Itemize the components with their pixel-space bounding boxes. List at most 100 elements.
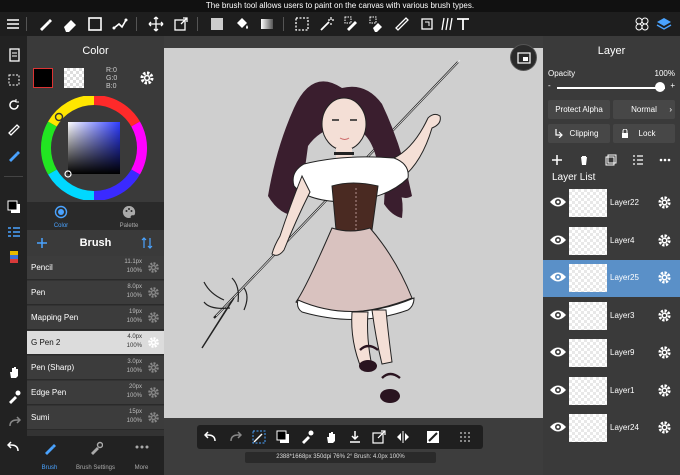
visibility-eye-icon[interactable]: [549, 308, 567, 322]
layer-settings-gear-icon[interactable]: [657, 420, 672, 435]
brush-settings-gear-icon[interactable]: [147, 336, 160, 349]
canvas-area[interactable]: 2388*1668px 350dpi 76% 2° Brush: 4.0px 1…: [164, 36, 543, 475]
sub-color-swatch[interactable]: [64, 68, 84, 88]
reference-icon[interactable]: [423, 427, 443, 447]
rotate-icon[interactable]: [3, 94, 24, 115]
canvas-fit-button[interactable]: [510, 44, 537, 71]
grid-icon[interactable]: [455, 427, 475, 447]
visibility-eye-icon[interactable]: [549, 345, 567, 359]
select-layer-icon[interactable]: [292, 14, 312, 34]
layer-settings-gear-icon[interactable]: [657, 195, 672, 210]
layer-row[interactable]: Layer3: [543, 297, 680, 335]
export-icon[interactable]: [369, 427, 389, 447]
redo-icon[interactable]: [3, 411, 24, 432]
color-swatch-icon[interactable]: [3, 196, 24, 217]
pen-icon[interactable]: [3, 144, 24, 165]
layer-settings-gear-icon[interactable]: [657, 383, 672, 398]
lasso-icon[interactable]: [110, 14, 130, 34]
opacity-slider[interactable]: [557, 87, 665, 89]
clipping-button[interactable]: Clipping: [548, 124, 610, 143]
layer-settings-gear-icon[interactable]: [657, 308, 672, 323]
color-palette-icon[interactable]: [3, 246, 24, 267]
lock-button[interactable]: Lock: [613, 124, 675, 143]
artboard[interactable]: [164, 48, 543, 418]
layer-settings-gear-icon[interactable]: [657, 233, 672, 248]
eraser-icon[interactable]: [60, 14, 80, 34]
magic-wand-icon[interactable]: [317, 14, 337, 34]
visibility-eye-icon[interactable]: [549, 195, 567, 209]
tab-more[interactable]: More: [119, 436, 164, 475]
redo-icon[interactable]: [225, 427, 245, 447]
brush-settings-gear-icon[interactable]: [147, 311, 160, 324]
hand-icon[interactable]: [3, 361, 24, 382]
opacity-slider-knob[interactable]: [655, 82, 665, 92]
layers-icon[interactable]: [654, 14, 674, 34]
layer-settings-gear-icon[interactable]: [657, 345, 672, 360]
brush-settings-gear-icon[interactable]: [147, 286, 160, 299]
materials-icon[interactable]: [632, 14, 652, 34]
brush-settings-gear-icon[interactable]: [147, 386, 160, 399]
select-eraser-icon[interactable]: [367, 14, 387, 34]
brush-settings-gear-icon[interactable]: [147, 361, 160, 374]
opacity-plus[interactable]: +: [670, 81, 675, 90]
tab-brush[interactable]: Brush: [27, 436, 72, 475]
brush-item[interactable]: Edge Pen 20px 100%: [27, 381, 164, 405]
visibility-eye-icon[interactable]: [549, 233, 567, 247]
visibility-eye-icon[interactable]: [549, 383, 567, 397]
visibility-eye-icon[interactable]: [549, 420, 567, 434]
blend-mode-select[interactable]: Normal ›: [613, 100, 675, 119]
brush-icon[interactable]: [35, 14, 55, 34]
ruler-icon[interactable]: [3, 119, 24, 140]
menu-icon[interactable]: [3, 14, 23, 34]
layer-list-icon[interactable]: [630, 152, 646, 168]
brush-item[interactable]: G Pen 2 4.0px 100%: [27, 331, 164, 355]
brush-item[interactable]: Pencil 11.1px 100%: [27, 256, 164, 280]
layer-row[interactable]: Layer22: [543, 185, 680, 222]
flip-icon[interactable]: [393, 427, 413, 447]
move-icon[interactable]: [146, 14, 166, 34]
layer-row[interactable]: Layer1: [543, 372, 680, 410]
color-swap-icon[interactable]: [273, 427, 293, 447]
scissors-icon[interactable]: [417, 14, 437, 34]
eyedropper-icon[interactable]: [3, 386, 24, 407]
brush-item[interactable]: Pen (Sharp) 3.0px 100%: [27, 356, 164, 380]
select-pen-icon[interactable]: [342, 14, 362, 34]
fill-color-icon[interactable]: [207, 14, 227, 34]
main-color-swatch[interactable]: [33, 68, 53, 88]
tab-color[interactable]: Color: [27, 202, 95, 230]
undo-icon[interactable]: [3, 436, 24, 457]
ruler-icon[interactable]: [392, 14, 412, 34]
eyedropper-icon[interactable]: [297, 427, 317, 447]
layer-row[interactable]: Layer9: [543, 335, 680, 372]
visibility-eye-icon[interactable]: [549, 270, 567, 284]
sort-icon[interactable]: [141, 237, 153, 249]
layer-row[interactable]: Layer24: [543, 410, 680, 447]
duplicate-layer-icon[interactable]: [603, 152, 619, 168]
layer-row[interactable]: Layer25: [543, 260, 680, 297]
color-settings-gear-icon[interactable]: [139, 70, 155, 86]
document-icon[interactable]: [3, 44, 24, 65]
layer-more-icon[interactable]: [657, 152, 673, 168]
brush-item[interactable]: Sumi 15px 100%: [27, 406, 164, 430]
save-icon[interactable]: [345, 427, 365, 447]
brush-item[interactable]: Mapping Pen 19px 100%: [27, 306, 164, 330]
transform-icon[interactable]: [249, 427, 269, 447]
add-layer-icon[interactable]: [549, 152, 565, 168]
protect-alpha-button[interactable]: Protect Alpha: [548, 100, 610, 119]
gradient-icon[interactable]: [257, 14, 277, 34]
brush-settings-gear-icon[interactable]: [147, 261, 160, 274]
bucket-icon[interactable]: [232, 14, 252, 34]
color-wheel[interactable]: [40, 96, 148, 200]
brush-item[interactable]: Pen 8.0px 100%: [27, 281, 164, 305]
selection-icon[interactable]: [85, 14, 105, 34]
brush-settings-gear-icon[interactable]: [147, 411, 160, 424]
delete-layer-icon[interactable]: [576, 152, 592, 168]
opacity-minus[interactable]: -: [548, 81, 551, 90]
list-icon[interactable]: [3, 221, 24, 242]
tab-brush-settings[interactable]: Brush Settings: [72, 436, 119, 475]
transform-icon[interactable]: [171, 14, 191, 34]
selection-panel-icon[interactable]: [3, 69, 24, 90]
hand-icon[interactable]: [321, 427, 341, 447]
text-icon[interactable]: [453, 14, 473, 34]
tab-palette[interactable]: Palette: [95, 202, 163, 230]
